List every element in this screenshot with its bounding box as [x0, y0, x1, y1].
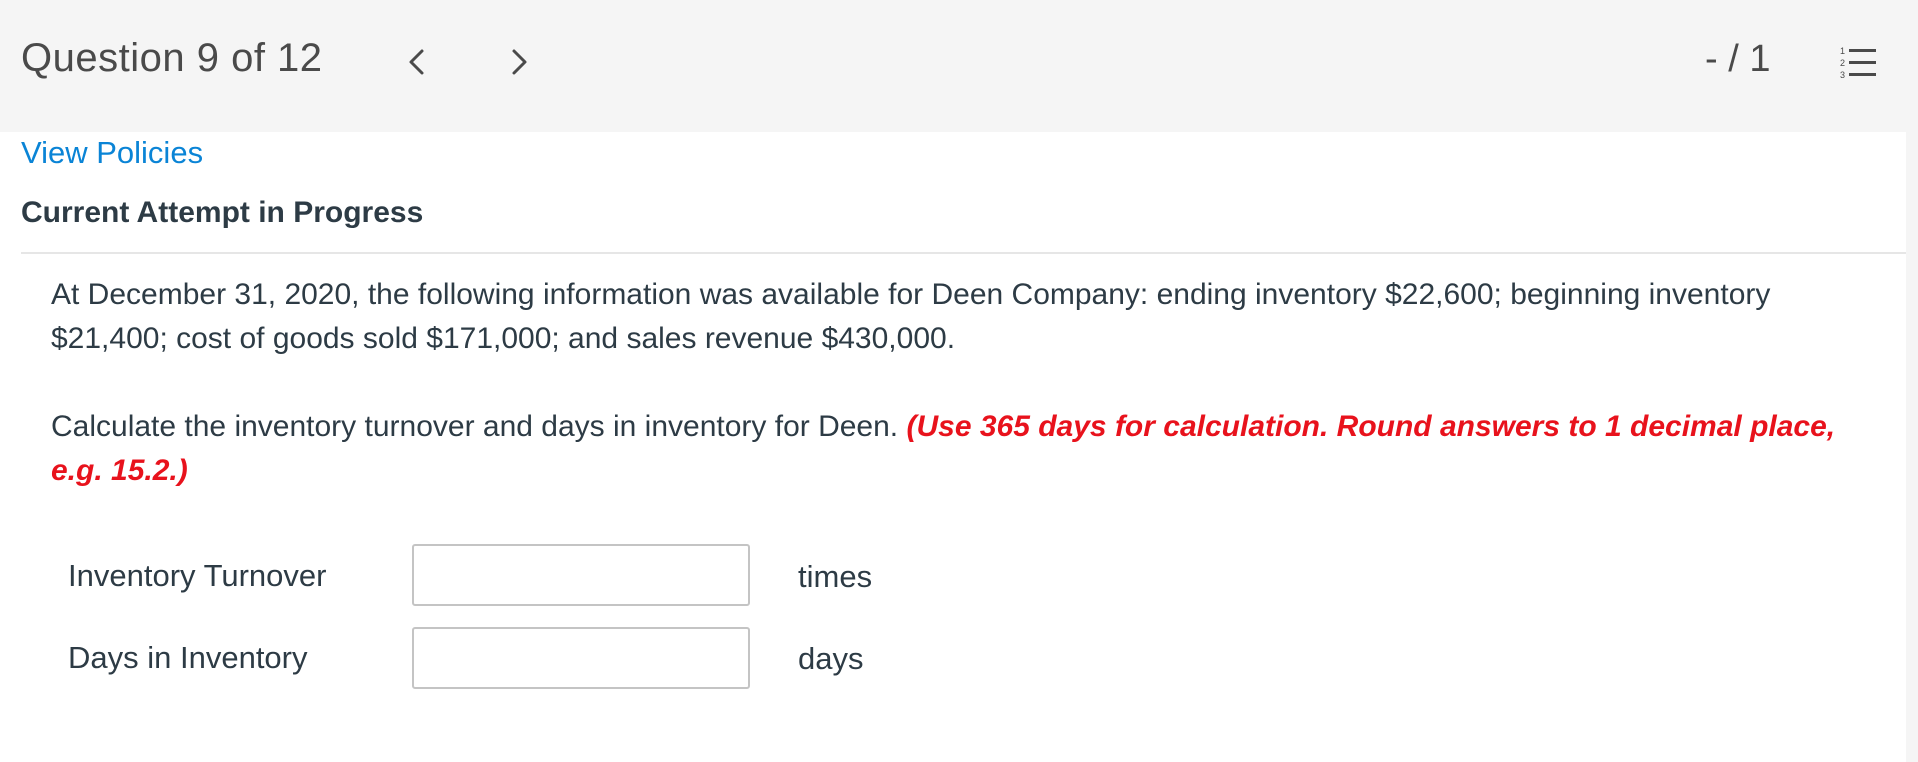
svg-text:1: 1 — [1840, 46, 1845, 56]
question-list-button[interactable]: 1 2 3 — [1838, 44, 1878, 84]
question-counter: Question 9 of 12 — [21, 36, 323, 80]
days-in-inventory-input[interactable] — [412, 627, 750, 689]
view-policies-link[interactable]: View Policies — [21, 135, 203, 171]
inventory-turnover-label: Inventory Turnover — [68, 558, 327, 593]
previous-question-button[interactable] — [396, 42, 436, 82]
next-question-button[interactable] — [500, 42, 540, 82]
svg-text:2: 2 — [1840, 58, 1845, 68]
score-display: - / 1 — [1705, 38, 1771, 80]
instructions-text: Calculate the inventory turnover and day… — [51, 410, 899, 443]
chevron-left-icon — [409, 49, 424, 75]
days-in-inventory-label: Days in Inventory — [68, 640, 308, 675]
attempt-status-heading: Current Attempt in Progress — [21, 196, 424, 229]
question-instructions: Calculate the inventory turnover and day… — [51, 405, 1881, 493]
svg-text:3: 3 — [1840, 70, 1845, 80]
question-header: Question 9 of 12 - / 1 1 2 3 — [0, 0, 1918, 130]
question-paragraph: At December 31, 2020, the following info… — [51, 278, 1771, 355]
inventory-turnover-unit: times — [798, 559, 873, 594]
inventory-turnover-input[interactable] — [412, 544, 750, 606]
chevron-right-icon — [512, 49, 527, 75]
numbered-list-icon: 1 2 3 — [1840, 46, 1876, 80]
days-in-inventory-unit: days — [798, 641, 864, 676]
